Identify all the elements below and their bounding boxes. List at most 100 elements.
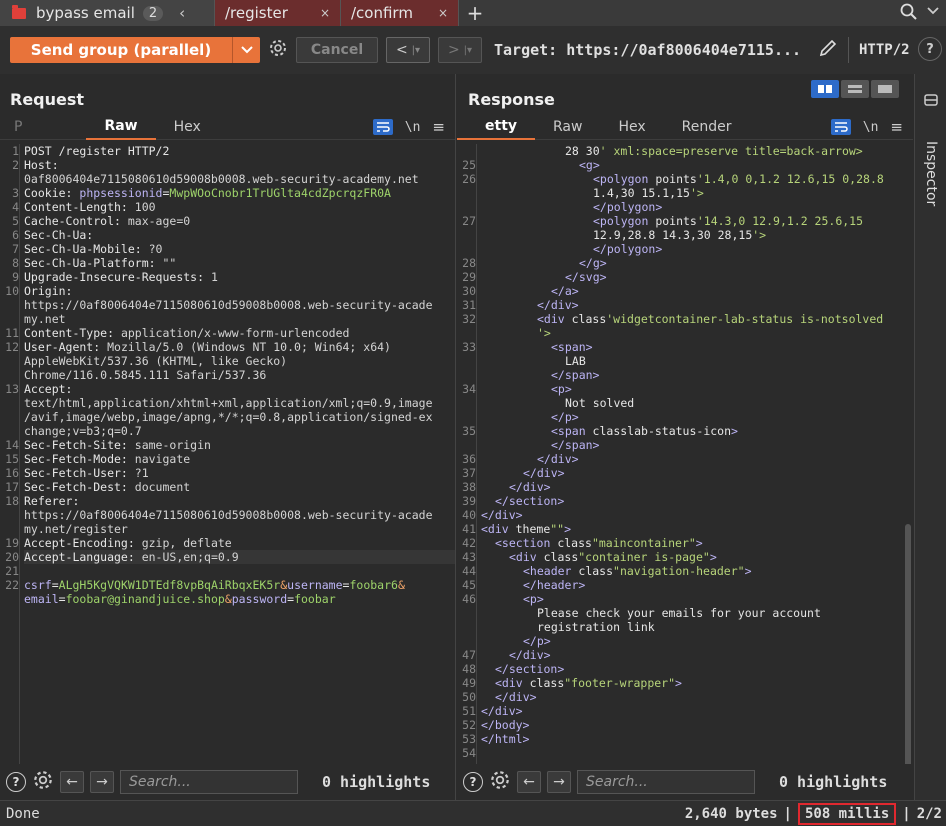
chevron-left-icon[interactable]: ‹: [179, 4, 185, 22]
code-line[interactable]: [481, 746, 903, 760]
search-input[interactable]: Search...: [577, 770, 755, 794]
code-line[interactable]: 1.4,30 15.1,15'>: [481, 186, 903, 200]
code-line[interactable]: Sec-Fetch-Mode: navigate: [24, 452, 455, 466]
tab-confirm[interactable]: /confirm ×: [341, 0, 459, 26]
pencil-icon[interactable]: [818, 38, 838, 62]
code-line[interactable]: csrf=ALgH5KgVQKW1DTEdf8vpBqAiRbqxEK5r & us…: [24, 578, 455, 592]
tab-raw[interactable]: Raw: [86, 114, 156, 140]
code-line[interactable]: </html>: [481, 732, 903, 746]
inspector-label[interactable]: Inspector: [915, 124, 946, 224]
gear-icon[interactable]: [32, 769, 54, 795]
request-editor[interactable]: 1 2 3 4 5 6 7 8 9 10 11 12 13 14 15 16 17 18 19 20 21 22 POST…: [0, 144, 455, 764]
code-line[interactable]: Please check your emails for your accoun…: [481, 606, 903, 620]
code-line[interactable]: email=foobar@ginandjuice.shop&password=f…: [24, 592, 455, 606]
code-line[interactable]: </div>: [481, 480, 903, 494]
chevron-down-icon[interactable]: [926, 3, 940, 21]
code-line[interactable]: <div class"container is-page">: [481, 550, 903, 564]
code-line[interactable]: </svg>: [481, 270, 903, 284]
tab-register[interactable]: /register ×: [215, 0, 341, 26]
layout-side-by-side-icon[interactable]: [811, 80, 839, 98]
tab-hex[interactable]: Hex: [600, 114, 663, 140]
code-line[interactable]: 0af8006404e7115080610d59008b0008.web-sec…: [24, 172, 455, 186]
request-lines[interactable]: POST /register HTTP/2 Host: 0af8006404e711…: [24, 144, 455, 606]
code-line[interactable]: Content-Type: application/x-www-form-url…: [24, 326, 455, 340]
code-line[interactable]: <span classlab-status-icon>: [481, 424, 903, 438]
newline-toggle[interactable]: \n: [405, 120, 421, 135]
code-line[interactable]: registration link: [481, 620, 903, 634]
code-line[interactable]: text/html,application/xhtml+xml,applicat…: [24, 396, 455, 410]
code-line[interactable]: </a>: [481, 284, 903, 298]
tab-render[interactable]: Render: [664, 114, 750, 140]
code-line[interactable]: <span>: [481, 340, 903, 354]
code-line[interactable]: </div>: [481, 466, 903, 480]
code-line[interactable]: https://0af8006404e7115080610d59008b0008…: [24, 508, 455, 522]
previous-button[interactable]: < |▾: [386, 37, 430, 63]
code-line[interactable]: User-Agent: Mozilla/5.0 (Windows NT 10.0…: [24, 340, 455, 354]
code-line[interactable]: Accept-Encoding: gzip, deflate: [24, 536, 455, 550]
code-line[interactable]: <section class"maincontainer">: [481, 536, 903, 550]
tab-raw[interactable]: Raw: [535, 114, 600, 140]
code-line[interactable]: Sec-Fetch-User: ?1: [24, 466, 455, 480]
code-line[interactable]: Sec-Ch-Ua-Mobile: ?0: [24, 242, 455, 256]
code-line[interactable]: <header class"navigation-header">: [481, 564, 903, 578]
help-icon[interactable]: ?: [463, 772, 483, 792]
code-line[interactable]: Content-Length: 100: [24, 200, 455, 214]
code-line[interactable]: Sec-Ch-Ua-Platform: "": [24, 256, 455, 270]
code-line[interactable]: my.net/register: [24, 522, 455, 536]
code-line[interactable]: Sec-Ch-Ua:: [24, 228, 455, 242]
gear-icon[interactable]: [489, 769, 511, 795]
code-line[interactable]: <div theme"">: [481, 522, 903, 536]
code-line[interactable]: </div>: [481, 508, 903, 522]
help-icon[interactable]: ?: [6, 772, 26, 792]
code-line[interactable]: </header>: [481, 578, 903, 592]
code-line[interactable]: </p>: [481, 634, 903, 648]
tab-pretty[interactable]: etty: [457, 114, 536, 140]
code-line[interactable]: Origin:: [24, 284, 455, 298]
code-line[interactable]: https://0af8006404e7115080610d59008b0008…: [24, 298, 455, 312]
inspector-sidebar[interactable]: Inspector: [914, 74, 946, 800]
send-group-button[interactable]: Send group (parallel): [10, 37, 232, 63]
search-previous-button[interactable]: ←: [517, 771, 541, 793]
code-line[interactable]: Not solved: [481, 396, 903, 410]
code-line[interactable]: </body>: [481, 718, 903, 732]
response-editor[interactable]: 25 26 27 28 29 30 31 32 33 34 35 36 37 38 39 40 41 42 43 44…: [457, 144, 913, 764]
code-line[interactable]: Referer:: [24, 494, 455, 508]
code-line[interactable]: </div>: [481, 690, 903, 704]
code-line[interactable]: Chrome/116.0.5845.111 Safari/537.36: [24, 368, 455, 382]
code-line[interactable]: [24, 564, 455, 578]
menu-icon[interactable]: ≡: [890, 118, 903, 136]
code-line[interactable]: Sec-Fetch-Site: same-origin: [24, 438, 455, 452]
search-next-button[interactable]: →: [90, 771, 114, 793]
code-line[interactable]: Sec-Fetch-Dest: document: [24, 480, 455, 494]
code-line[interactable]: LAB: [481, 354, 903, 368]
target-url[interactable]: Target: https://0af8006404e7115...: [494, 41, 804, 59]
code-line[interactable]: Accept-Language: en-US,en;q=0.9: [24, 550, 455, 564]
code-line[interactable]: <g>: [481, 158, 903, 172]
code-line[interactable]: </polygon>: [481, 200, 903, 214]
code-line[interactable]: Cache-Control: max-age=0: [24, 214, 455, 228]
http-version[interactable]: HTTP/2: [859, 42, 910, 58]
code-line[interactable]: </div>: [481, 704, 903, 718]
code-line[interactable]: '>: [481, 326, 903, 340]
code-line[interactable]: AppleWebKit/537.36 (KHTML, like Gecko): [24, 354, 455, 368]
code-line[interactable]: </span>: [481, 438, 903, 452]
code-line[interactable]: </p>: [481, 410, 903, 424]
code-line[interactable]: </section>: [481, 494, 903, 508]
word-wrap-icon[interactable]: [830, 119, 851, 135]
code-line[interactable]: </div>: [481, 298, 903, 312]
search-icon[interactable]: [900, 3, 918, 25]
cancel-button[interactable]: Cancel: [296, 37, 378, 63]
layout-tabs-icon[interactable]: [871, 80, 899, 98]
close-icon[interactable]: ×: [438, 6, 448, 20]
next-button[interactable]: > |▾: [438, 37, 482, 63]
code-line[interactable]: Accept:: [24, 382, 455, 396]
code-line[interactable]: </polygon>: [481, 242, 903, 256]
tab-group-bypass-email[interactable]: bypass email 2 ‹: [0, 0, 215, 26]
menu-icon[interactable]: ≡: [432, 118, 445, 136]
code-line[interactable]: /avif,image/webp,image/apng,*/*;q=0.8,ap…: [24, 410, 455, 424]
close-icon[interactable]: ×: [320, 6, 330, 20]
gear-icon[interactable]: [268, 38, 288, 62]
code-line[interactable]: </g>: [481, 256, 903, 270]
code-line[interactable]: <polygon points'1.4,0 0,1.2 12.6,15 0,28…: [481, 172, 903, 186]
search-previous-button[interactable]: ←: [60, 771, 84, 793]
